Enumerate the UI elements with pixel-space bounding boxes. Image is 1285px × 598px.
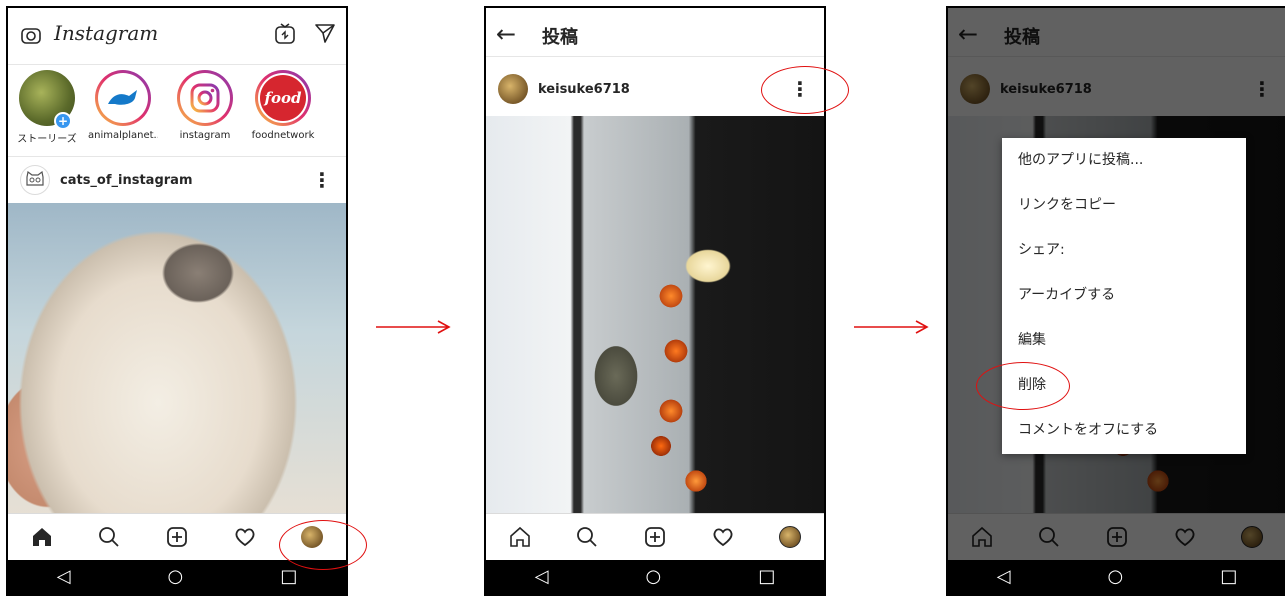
story-name: foodnetwork (251, 130, 315, 141)
heart-icon[interactable] (712, 526, 734, 548)
post-username[interactable]: keisuke6718 (538, 82, 630, 97)
instagram-story-logo (182, 75, 228, 121)
instagram-logo: Instagram (54, 21, 159, 45)
igtv-icon[interactable] (274, 22, 296, 46)
flow-arrow-icon (376, 320, 451, 334)
story-item-foodnetwork[interactable]: food foodnetwork (248, 70, 318, 141)
new-post-icon[interactable] (166, 526, 188, 548)
annotation-circle-delete (976, 362, 1070, 410)
post-photo-cat[interactable] (8, 203, 346, 525)
story-name: ストーリーズ (17, 134, 77, 145)
cat-avatar-icon[interactable] (20, 165, 50, 195)
menu-item-edit[interactable]: 編集 (1002, 318, 1246, 363)
bottom-nav (486, 513, 824, 560)
back-triangle-icon[interactable]: ◁ (997, 568, 1011, 586)
search-icon[interactable] (98, 526, 120, 548)
menu-item-turn-off-comments[interactable]: コメントをオフにする (1002, 408, 1246, 453)
user-avatar[interactable] (498, 74, 528, 104)
post-top-bar: ← 投稿 (486, 8, 824, 57)
story-item-own[interactable]: + ストーリーズ (12, 70, 82, 145)
new-post-icon[interactable] (644, 526, 666, 548)
recents-square-icon[interactable]: □ (758, 568, 775, 586)
stories-tray: + ストーリーズ animalplanet... instagram food (8, 64, 346, 157)
profile-icon[interactable] (779, 526, 802, 548)
back-arrow-icon[interactable]: ← (496, 20, 516, 48)
camera-icon[interactable] (20, 24, 42, 46)
home-circle-icon[interactable]: ○ (168, 568, 184, 586)
story-name: instagram (179, 130, 231, 141)
more-options-icon[interactable]: ⋮ (312, 168, 332, 192)
post-username[interactable]: cats_of_instagram (60, 173, 193, 188)
home-circle-icon[interactable]: ○ (646, 568, 662, 586)
add-story-icon: + (54, 112, 72, 130)
back-triangle-icon[interactable]: ◁ (535, 568, 549, 586)
feed-top-bar: Instagram (8, 8, 346, 65)
menu-item-archive[interactable]: アーカイブする (1002, 273, 1246, 318)
foodnetwork-logo: food (260, 75, 306, 121)
android-nav-bar: ◁ ○ □ (948, 560, 1285, 594)
post-header: cats_of_instagram ⋮ (8, 157, 346, 203)
back-triangle-icon[interactable]: ◁ (57, 568, 71, 586)
menu-item-copy-link[interactable]: リンクをコピー (1002, 183, 1246, 228)
story-item-instagram[interactable]: instagram (170, 70, 240, 141)
annotation-circle-profile (279, 520, 367, 570)
home-circle-icon[interactable]: ○ (1108, 568, 1124, 586)
android-nav-bar: ◁ ○ □ (8, 560, 346, 594)
home-icon[interactable] (509, 526, 531, 548)
page-title: 投稿 (542, 27, 578, 48)
animalplanet-logo (100, 75, 146, 121)
story-name: animalplanet... (88, 130, 158, 141)
phone-screen-feed: Instagram + ストーリーズ animalplanet... insta… (6, 6, 348, 596)
menu-item-share[interactable]: シェア: (1002, 228, 1246, 273)
phone-screen-menu: ← 投稿 keisuke6718 ⋮ 他のアプリに投稿... リンクをコピー シ… (946, 6, 1285, 596)
direct-message-icon[interactable] (314, 22, 336, 44)
food-logo-text: food (264, 89, 302, 107)
post-photo-lamp[interactable] (486, 116, 824, 524)
annotation-circle-more-options (761, 66, 849, 114)
menu-item-share-to-other-apps[interactable]: 他のアプリに投稿... (1002, 138, 1246, 183)
recents-square-icon[interactable]: □ (1220, 568, 1237, 586)
search-icon[interactable] (576, 526, 598, 548)
recents-square-icon[interactable]: □ (280, 568, 297, 586)
heart-icon[interactable] (234, 526, 256, 548)
android-nav-bar: ◁ ○ □ (486, 560, 824, 594)
flow-arrow-icon (854, 320, 929, 334)
story-item-animalplanet[interactable]: animalplanet... (88, 70, 158, 141)
home-icon[interactable] (31, 526, 53, 548)
